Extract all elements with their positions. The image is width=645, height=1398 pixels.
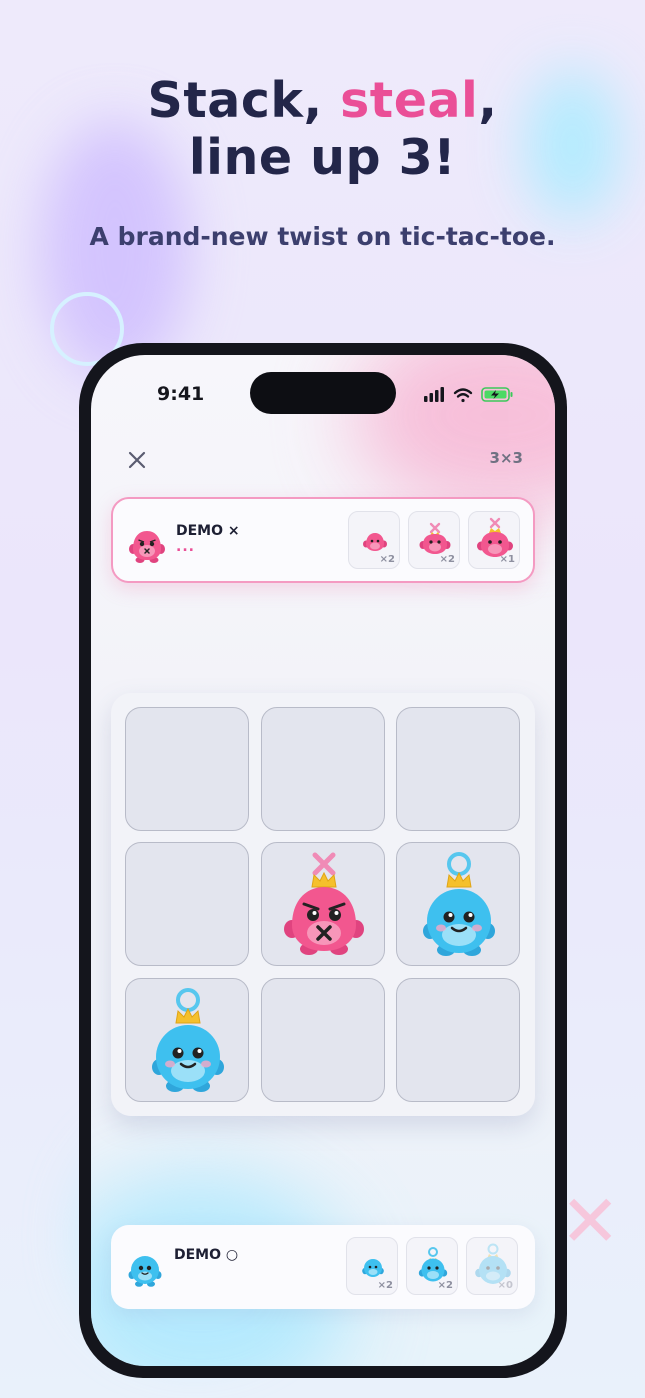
player-o-name: DEMO ○	[174, 1247, 239, 1263]
game-screen: 9:41 3×3 DEMO × ... ×2 ×2 ×1 DEMO ○ ×2 ×…	[91, 355, 555, 1366]
player-x-turn-indicator: ...	[176, 539, 195, 555]
status-time: 9:41	[157, 383, 205, 405]
board-cell-r2c3[interactable]	[396, 842, 520, 966]
piece-count: ×2	[377, 1280, 393, 1291]
headline-comma: ,	[478, 72, 498, 129]
wifi-icon	[453, 388, 473, 403]
player-o-piece-large[interactable]: ×0	[466, 1237, 518, 1295]
phone-frame: 9:41 3×3 DEMO × ... ×2 ×2 ×1 DEMO ○ ×2 ×…	[79, 343, 567, 1378]
close-icon[interactable]	[125, 448, 149, 472]
player-x-piece-small[interactable]: ×2	[348, 511, 400, 569]
board-cell-r1c3[interactable]	[396, 707, 520, 831]
piece-count: ×2	[379, 554, 395, 565]
signal-icon	[424, 387, 444, 402]
player-o-piece-small[interactable]: ×2	[346, 1237, 398, 1295]
pink-x-monster-icon	[284, 852, 364, 955]
headline-line-2: line up 3!	[188, 129, 457, 186]
blue-o-monster-icon	[423, 852, 495, 956]
player-x-piece-large[interactable]: ×1	[468, 511, 520, 569]
board-cell-r3c1[interactable]	[125, 978, 249, 1102]
player-panel-o: DEMO ○ ×2 ×2 ×0	[111, 1225, 535, 1309]
decor-x-icon: ✕	[560, 1179, 621, 1263]
board-cell-r3c2[interactable]	[261, 978, 385, 1102]
promo-headline: Stack, steal, line up 3!	[0, 72, 645, 186]
player-o-piece-medium[interactable]: ×2	[406, 1237, 458, 1295]
player-panel-x: DEMO × ... ×2 ×2 ×1	[111, 497, 535, 583]
board-cell-r1c1[interactable]	[125, 707, 249, 831]
player-x-name: DEMO ×	[176, 523, 240, 539]
promo-subtitle: A brand-new twist on tic-tac-toe.	[89, 222, 556, 251]
piece-count: ×0	[497, 1280, 513, 1291]
status-icons	[424, 387, 513, 403]
board-cell-r3c3[interactable]	[396, 978, 520, 1102]
headline-highlight: steal	[340, 72, 479, 129]
blue-o-avatar-icon	[128, 1256, 162, 1287]
headline-text: Stack,	[147, 72, 341, 129]
headline-line-1: Stack, steal,	[0, 72, 645, 129]
board-cell-r2c1[interactable]	[125, 842, 249, 966]
battery-icon	[481, 387, 513, 402]
piece-count: ×2	[439, 554, 455, 565]
dynamic-island	[250, 372, 396, 414]
player-x-piece-medium[interactable]: ×2	[408, 511, 460, 569]
grid-size-label: 3×3	[489, 449, 523, 467]
piece-count: ×1	[499, 554, 515, 565]
pink-x-avatar-icon	[129, 531, 165, 563]
blue-o-monster-icon	[152, 988, 224, 1092]
board-cell-r2c2[interactable]	[261, 842, 385, 966]
board-cell-r1c2[interactable]	[261, 707, 385, 831]
game-board	[111, 693, 535, 1116]
piece-count: ×2	[437, 1280, 453, 1291]
